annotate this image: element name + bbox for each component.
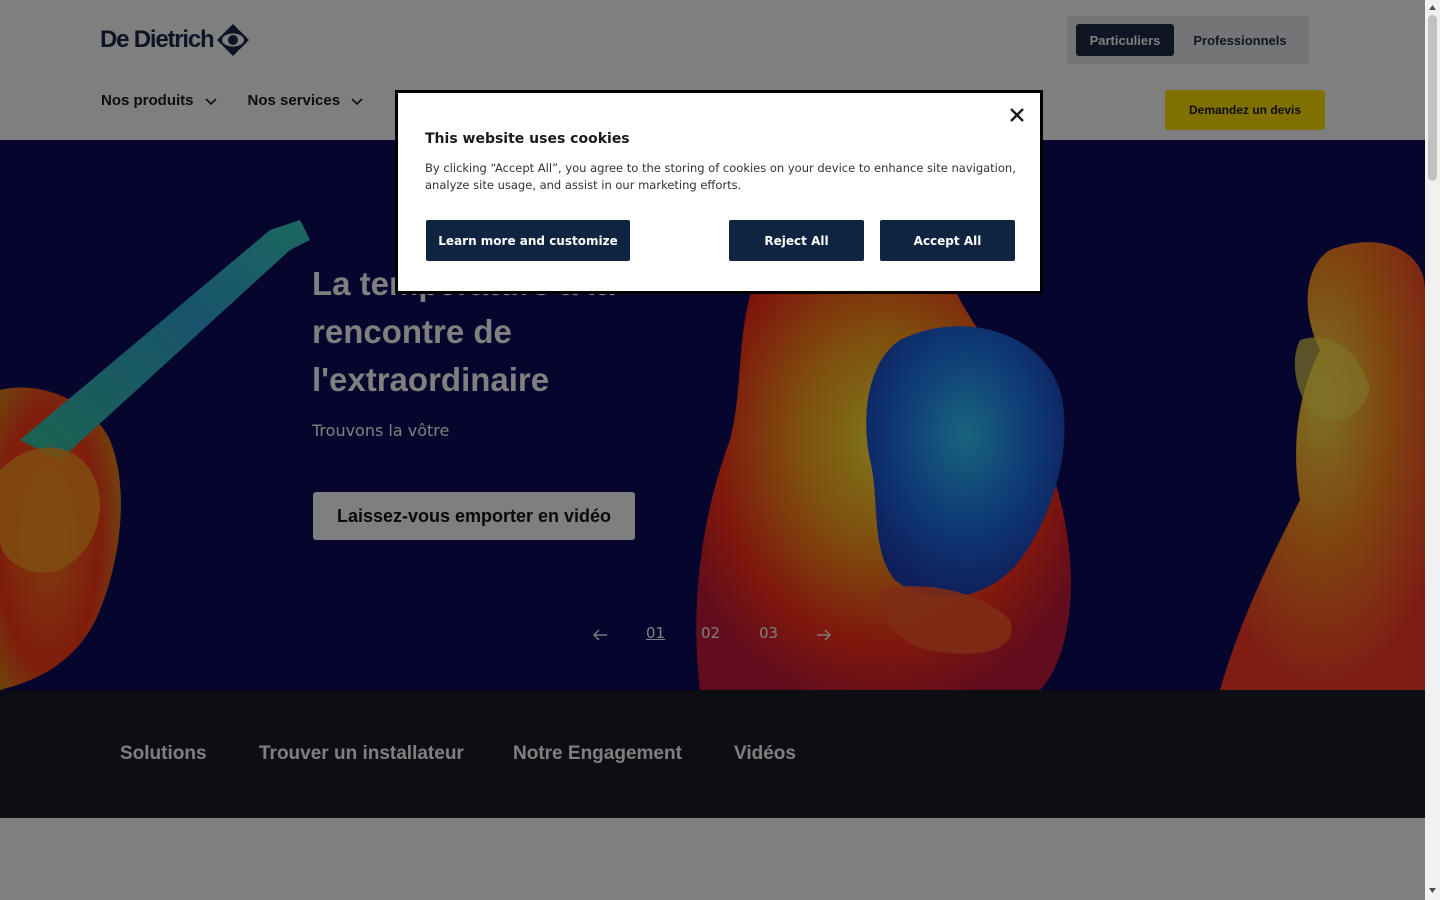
scroll-down-icon[interactable] <box>1428 886 1437 895</box>
reject-all-button[interactable]: Reject All <box>729 220 864 261</box>
dialog-description: By clicking “Accept All”, you agree to t… <box>425 161 1016 192</box>
accept-all-button[interactable]: Accept All <box>880 220 1015 261</box>
scroll-up-icon[interactable] <box>1428 3 1437 12</box>
learn-more-button[interactable]: Learn more and customize <box>426 220 630 261</box>
cookie-consent-dialog: This website uses cookies By clicking “A… <box>395 90 1043 294</box>
dialog-title: This website uses cookies <box>425 131 630 147</box>
close-icon[interactable] <box>1008 106 1026 124</box>
scrollbar-thumb[interactable] <box>1428 15 1437 181</box>
page-scrollbar[interactable] <box>1425 0 1440 900</box>
